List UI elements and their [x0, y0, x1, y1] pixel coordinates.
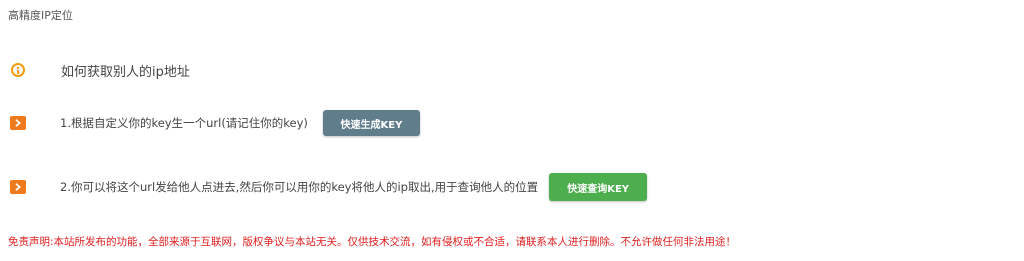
- chevron-right-icon: [10, 116, 26, 130]
- info-section: 如何获取别人的ip地址: [9, 58, 190, 82]
- chevron-right-icon: [10, 180, 26, 194]
- step-item-1: 1.根据自定义你的key生一个url(请记住你的key) 快速生成KEY: [10, 110, 420, 136]
- step-2-text: 2.你可以将这个url发给他人点进去,然后你可以用你的key将他人的ip取出,用…: [60, 180, 539, 194]
- page-title: 高精度IP定位: [8, 9, 73, 22]
- step-1-text: 1.根据自定义你的key生一个url(请记住你的key): [60, 116, 308, 130]
- step-item-2: 2.你可以将这个url发给他人点进去,然后你可以用你的key将他人的ip取出,用…: [10, 173, 648, 201]
- disclaimer-text: 免责声明:本站所发布的功能，全部来源于互联网，版权争议与本站无关。仅供技术交流，…: [8, 236, 737, 248]
- query-key-button[interactable]: 快速查询KEY: [549, 173, 648, 201]
- info-circle-icon: [11, 63, 25, 77]
- generate-key-button[interactable]: 快速生成KEY: [322, 110, 420, 136]
- info-heading: 如何获取别人的ip地址: [61, 64, 190, 80]
